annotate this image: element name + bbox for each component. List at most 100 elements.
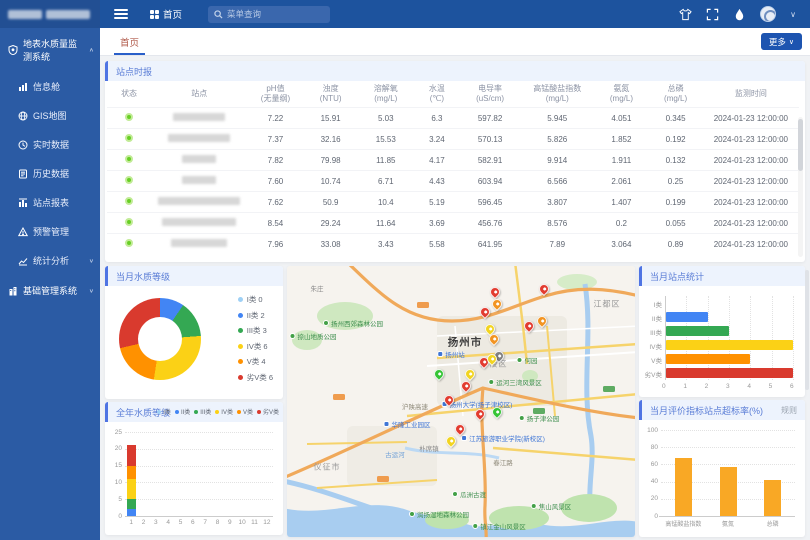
station-marker[interactable] — [459, 379, 473, 393]
sidebar-item-label: 历史数据 — [33, 167, 69, 180]
station-marker[interactable] — [535, 314, 549, 328]
breadcrumb-home[interactable]: 首页 — [150, 7, 182, 21]
bar-氨氮 — [720, 467, 737, 516]
legend-dot — [238, 297, 243, 302]
y-tick-label: 100 — [645, 427, 658, 434]
user-avatar[interactable] — [760, 6, 776, 22]
station-marker[interactable] — [490, 297, 504, 311]
legend-label: 劣V类 — [263, 407, 279, 416]
x-category-label: 高锰酸盐指数 — [659, 519, 707, 528]
y-tick-label: 25 — [111, 429, 122, 436]
annual-legend-I类[interactable]: I类 — [157, 407, 171, 416]
park-icon — [472, 523, 478, 529]
table-scrollbar[interactable] — [798, 117, 803, 257]
menu-search[interactable] — [208, 6, 330, 23]
table-row: 7.6250.910.45.19596.453.8071.4070.199202… — [107, 192, 799, 213]
value-cell: 0.345 — [649, 108, 703, 129]
map-label-朴席镇: 朴席镇 — [419, 443, 439, 453]
sidebar-item-信息舱[interactable]: 信息舱 — [0, 72, 100, 101]
y-tick-label: 40 — [645, 478, 658, 485]
park-icon — [519, 415, 525, 421]
y-tick-label: 0 — [111, 513, 122, 520]
user-menu-caret-icon[interactable]: ∨ — [790, 10, 796, 19]
annual-legend-劣V类[interactable]: 劣V类 — [257, 407, 279, 416]
page-scrollbar[interactable] — [805, 270, 809, 390]
value-cell: 7.60 — [247, 171, 303, 192]
legend-item-V类[interactable]: V类 4 — [238, 356, 273, 367]
site-name-redacted — [158, 197, 240, 205]
map-label-扬州市: 扬州市 — [448, 335, 483, 350]
map-label-扬州西郊森林公园: 扬州西郊森林公园 — [323, 318, 383, 328]
value-cell: 5.03 — [358, 108, 414, 129]
sidebar-item-统计分析[interactable]: 统计分析∨ — [0, 246, 100, 275]
x-tick-label: 5 — [769, 383, 773, 390]
fullscreen-icon[interactable] — [706, 8, 719, 21]
sidebar: 地表水质量监测系统∧信息舱GIS地图实时数据历史数据站点报表预警管理统计分析∨基… — [0, 0, 100, 540]
station-marker[interactable] — [444, 434, 458, 448]
sidebar-item-实时数据[interactable]: 实时数据 — [0, 130, 100, 159]
station-marker[interactable] — [488, 285, 502, 299]
sidebar-item-label: 站点报表 — [33, 196, 69, 209]
y-tick-label: 10 — [111, 479, 122, 486]
chevron-down-icon: ∨ — [89, 287, 94, 293]
sidebar-group-0[interactable]: 地表水质量监测系统∧ — [0, 28, 100, 72]
value-cell: 3.064 — [594, 234, 648, 255]
y-tick-label: 80 — [645, 444, 658, 451]
station-marker[interactable] — [537, 282, 551, 296]
station-marker[interactable] — [463, 367, 477, 381]
legend-label: 劣V类 6 — [247, 372, 273, 383]
water-drop-icon[interactable] — [733, 8, 746, 21]
value-cell: 5.58 — [414, 234, 460, 255]
annual-legend-II类[interactable]: II类 — [175, 407, 190, 416]
sidebar-group-1[interactable]: 基础管理系统∨ — [0, 275, 100, 306]
value-cell: 15.53 — [358, 129, 414, 150]
legend-item-I类[interactable]: I类 0 — [238, 294, 273, 305]
y-tick-label: 0 — [645, 513, 658, 520]
value-cell: 1.407 — [594, 192, 648, 213]
legend-label: I类 — [163, 407, 171, 416]
sidebar-item-历史数据[interactable]: 历史数据 — [0, 159, 100, 188]
station-marker[interactable] — [522, 319, 536, 333]
gis-map[interactable]: 扬州市广陵区江都区仪征市朱庄扬州西郊森林公园捺山地质公园扬州站何园运河三湾风景区… — [287, 266, 635, 537]
legend-label: III类 — [200, 407, 211, 416]
annual-legend-IV类[interactable]: IV类 — [215, 407, 233, 416]
site-name-redacted — [182, 155, 216, 163]
sidebar-item-GIS地图[interactable]: GIS地图 — [0, 101, 100, 130]
map-label-text: 春江路 — [493, 457, 513, 467]
value-cell: 0.89 — [649, 234, 703, 255]
station-marker[interactable] — [478, 305, 492, 319]
map-label-text: 扬子津公园 — [527, 413, 560, 423]
sidebar-item-站点报表[interactable]: 站点报表 — [0, 188, 100, 217]
theme-skin-icon[interactable] — [679, 8, 692, 21]
station-marker[interactable] — [473, 407, 487, 421]
table-row: 8.5429.2411.643.69456.768.5760.20.055202… — [107, 213, 799, 234]
map-label-扬州站: 扬州站 — [437, 349, 465, 359]
legend-item-IV类[interactable]: IV类 6 — [238, 341, 273, 352]
rules-link[interactable]: 规则 — [781, 405, 797, 416]
map-label-text: 华隆工业园区 — [392, 419, 431, 429]
dashboard-icon — [18, 82, 28, 92]
annual-legend-V类[interactable]: V类 — [237, 407, 253, 416]
station-marker[interactable] — [432, 367, 446, 381]
value-cell: 7.22 — [247, 108, 303, 129]
legend-item-II类[interactable]: II类 2 — [238, 310, 273, 321]
gridline — [125, 482, 273, 483]
monthly-grade-panel: 当月水质等级 I类 0II类 2III类 3IV类 6V类 4劣V类 6 — [105, 266, 283, 399]
legend-item-III类[interactable]: III类 3 — [238, 325, 273, 336]
monthly-site-stats-chart: 0123456I类II类III类IV类V类劣V类 — [665, 296, 793, 380]
value-cell: 15.91 — [304, 108, 358, 129]
annual-legend-III类[interactable]: III类 — [194, 407, 211, 416]
value-cell: 11.64 — [358, 213, 414, 234]
search-icon — [214, 10, 223, 19]
value-cell: 1.852 — [594, 129, 648, 150]
tab-home[interactable]: 首页 — [114, 28, 145, 55]
site-cell-redacted — [151, 150, 247, 171]
column-header-水温: 水温(℃) — [414, 81, 460, 108]
search-input[interactable] — [227, 9, 317, 19]
menu-toggle-icon[interactable] — [114, 9, 128, 19]
more-button[interactable]: 更多 ∨ — [761, 33, 802, 50]
sidebar-item-预警管理[interactable]: 预警管理 — [0, 217, 100, 246]
legend-item-劣V类[interactable]: 劣V类 6 — [238, 372, 273, 383]
value-cell: 5.826 — [520, 129, 594, 150]
monthly-site-stats-title: 当月站点统计 — [639, 266, 805, 286]
